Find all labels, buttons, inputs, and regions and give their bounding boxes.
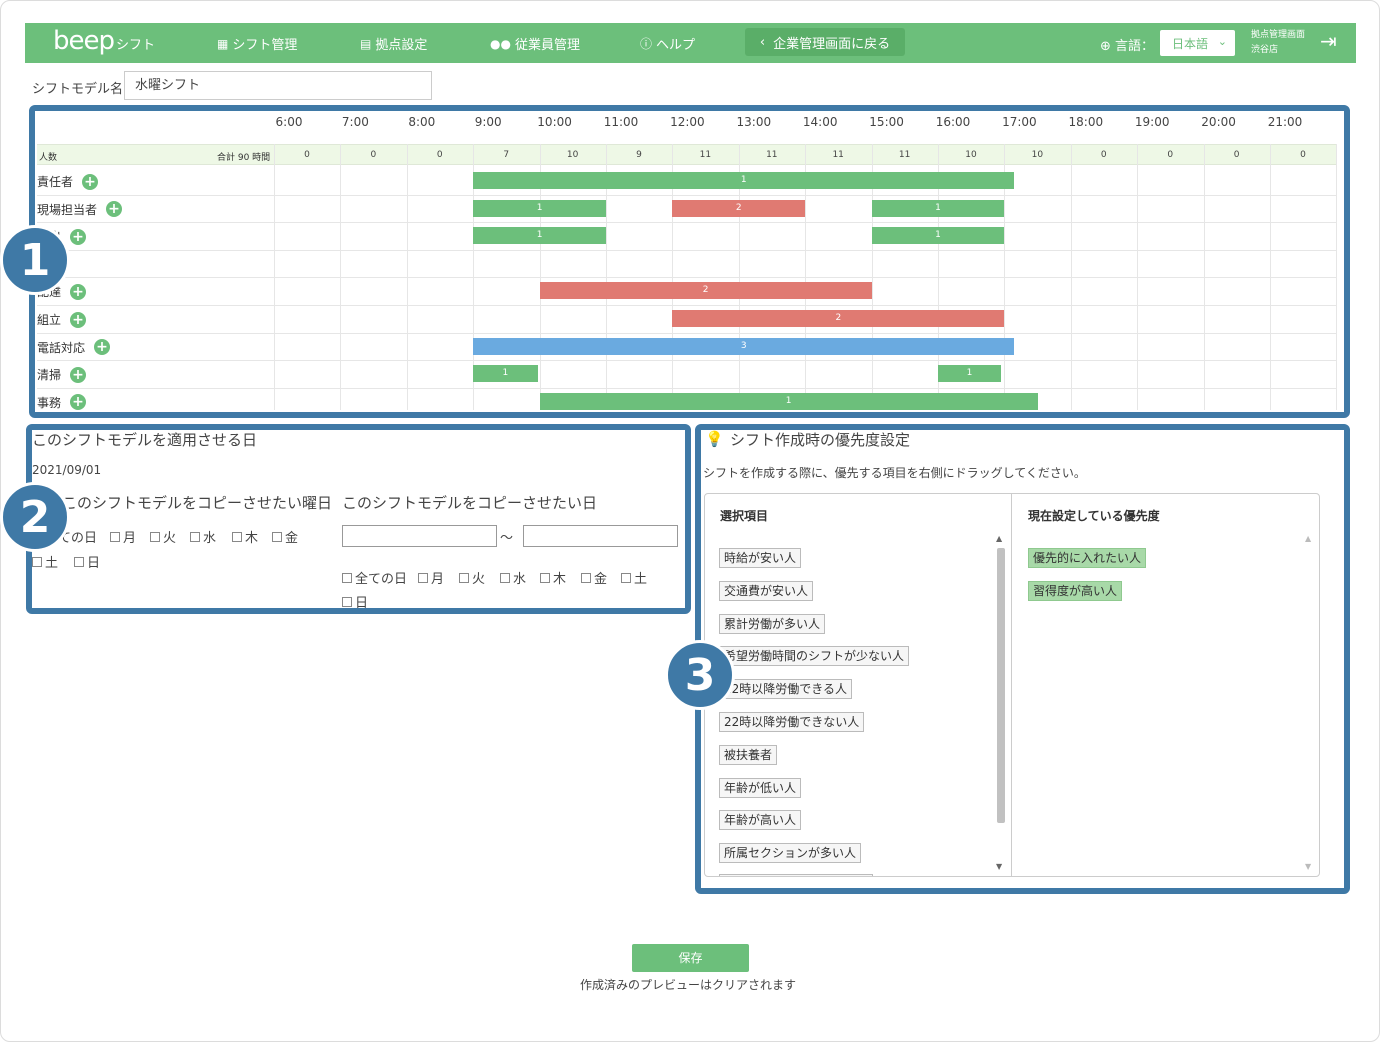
highlight-box-2 [26, 424, 691, 614]
nav-employee-management[interactable]: ●● 従業員管理 [490, 34, 580, 54]
nav-shift-management[interactable]: ▦ シフト管理 [217, 34, 297, 54]
logout-icon[interactable]: ⇥ [1320, 29, 1337, 53]
model-name-input[interactable]: 水曜シフト [124, 71, 432, 100]
users-icon: ●● [490, 36, 511, 51]
nav-site-settings[interactable]: ▤ 拠点設定 [360, 34, 427, 54]
top-nav-bar: beep シフト ▦ シフト管理 ▤ 拠点設定 ●● 従業員管理 ⓘ ヘルプ ‹ 企業管理画… [25, 23, 1356, 63]
highlight-box-3 [695, 424, 1350, 894]
highlight-box-1 [29, 105, 1350, 418]
step-badge-2: 2 [0, 482, 70, 552]
step-badge-1: 1 [0, 225, 70, 295]
step-badge-3: 3 [665, 640, 735, 710]
language-select[interactable]: 日本語 ⌄ [1160, 30, 1235, 56]
chevron-down-icon: ⌄ [1217, 35, 1227, 48]
preview-clear-note: 作成済みのプレビューはクリアされます [580, 978, 797, 992]
calendar-icon: ▦ [217, 36, 229, 51]
store-info: 拠点管理画面 渋谷店 [1251, 30, 1306, 55]
language-label: ⊕ 言語： [1100, 39, 1155, 54]
info-icon: ⓘ [640, 37, 653, 51]
model-name-label: シフトモデル名 [32, 82, 124, 97]
building-icon: ▤ [360, 36, 372, 51]
globe-icon: ⊕ [1100, 39, 1111, 54]
nav-help[interactable]: ⓘ ヘルプ [640, 34, 695, 53]
save-button[interactable]: 保存 [632, 944, 749, 972]
logo[interactable]: beep シフト [53, 26, 155, 56]
chevron-left-icon: ‹ [759, 34, 766, 50]
back-to-company-button[interactable]: ‹ 企業管理画面に戻る [745, 28, 905, 56]
